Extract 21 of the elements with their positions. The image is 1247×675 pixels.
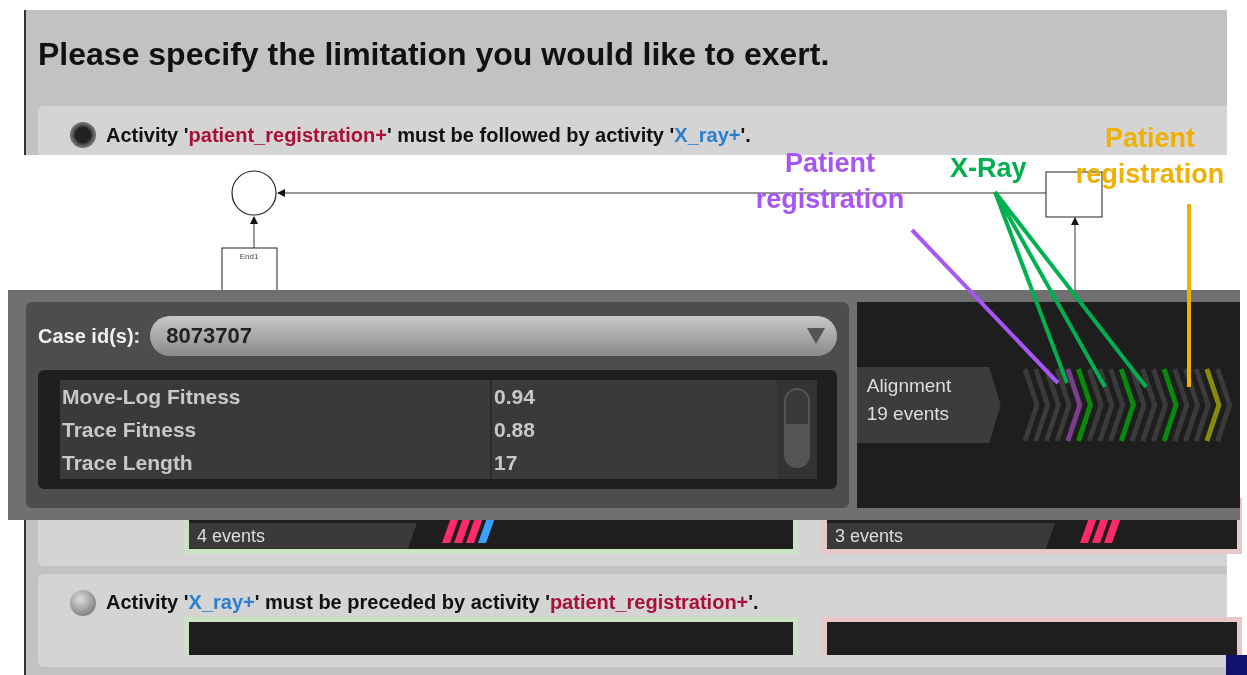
stat-name: Trace Length bbox=[61, 450, 194, 476]
alignment-title: Alignment bbox=[866, 375, 952, 397]
stat-name: Move-Log Fitness bbox=[61, 384, 242, 410]
alignment-tab[interactable]: Alignment 19 events bbox=[856, 367, 1001, 443]
node-label: End1 bbox=[239, 252, 259, 261]
scrollbar-thumb[interactable] bbox=[783, 388, 810, 468]
rule-text: Activity 'patient_registration+' must be followed by activity 'X_ray+'. bbox=[106, 123, 751, 147]
annotation-label: Patient registration bbox=[1074, 122, 1226, 191]
radio-button[interactable] bbox=[70, 122, 96, 149]
caret-icon bbox=[806, 328, 825, 344]
alignment-count: 19 events bbox=[866, 403, 950, 425]
annotation-label: X-Ray bbox=[950, 152, 1027, 185]
corner-block bbox=[1226, 655, 1247, 675]
place-node bbox=[231, 170, 277, 216]
stat-name: Trace Fitness bbox=[61, 417, 198, 443]
case-id-dropdown[interactable]: 8073707 bbox=[150, 316, 837, 356]
case-id-label: Case id(s): bbox=[38, 324, 141, 348]
connector-arrow bbox=[250, 216, 258, 249]
rule-text: Activity 'X_ray+' must be preceded by activity 'patient_registration+'. bbox=[106, 591, 759, 615]
radio-button[interactable] bbox=[70, 589, 96, 616]
page-title: Please specify the limitation you would like to exert. bbox=[37, 35, 831, 74]
